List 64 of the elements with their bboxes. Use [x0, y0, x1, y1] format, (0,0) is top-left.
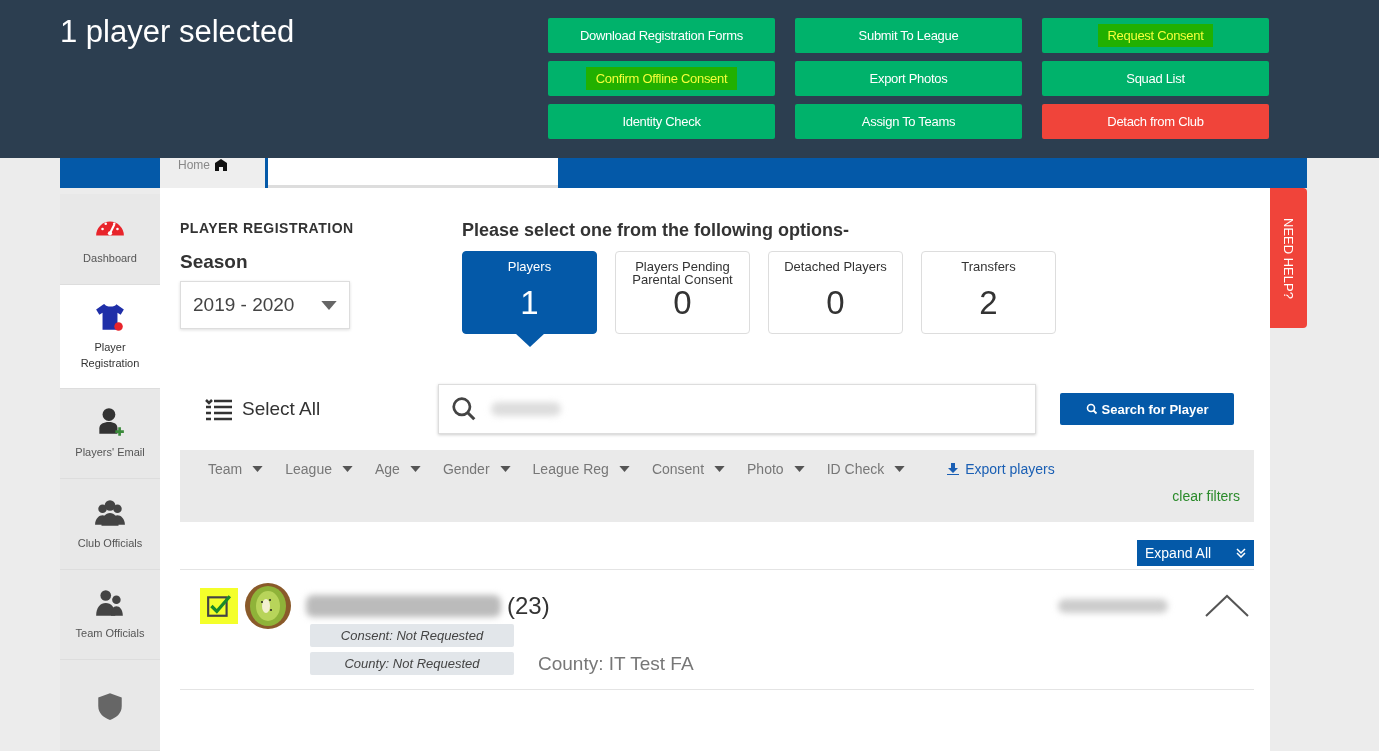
caret-icon — [341, 466, 353, 472]
player-age: (23) — [507, 592, 550, 620]
redacted-text — [491, 402, 561, 416]
action-button[interactable]: Squad List — [1042, 61, 1269, 96]
season-label: Season — [180, 251, 249, 273]
selection-title: 1 player selected — [60, 14, 296, 51]
action-button[interactable]: Confirm Offline Consent — [548, 61, 775, 96]
season-dropdown[interactable]: 2019 - 2020 — [180, 281, 350, 329]
filter-dropdown[interactable]: Gender — [442, 461, 511, 477]
filter-dropdown[interactable]: League Reg — [532, 461, 630, 477]
search-icon — [1085, 403, 1098, 415]
clear-filters-link[interactable]: clear filters — [1172, 488, 1240, 504]
search-icon — [451, 396, 477, 422]
action-button[interactable]: Request Consent — [1042, 18, 1269, 53]
home-tab[interactable]: Home — [160, 158, 265, 188]
home-icon — [214, 158, 228, 172]
caret-icon — [321, 300, 337, 310]
sidebar-item[interactable]: Team Officials — [60, 569, 160, 661]
action-button[interactable]: Assign To Teams — [795, 104, 1022, 139]
action-button[interactable]: Download Registration Forms — [548, 18, 775, 53]
header-search-field[interactable] — [268, 158, 558, 188]
action-button[interactable]: Identity Check — [548, 104, 775, 139]
need-help-tab[interactable]: NEED HELP? — [1270, 188, 1307, 328]
filter-dropdown[interactable]: ID Check — [826, 461, 906, 477]
option-card[interactable]: Players Pending Parental Consent 0 — [615, 251, 750, 334]
card-pointer — [515, 333, 545, 347]
action-button[interactable]: Submit To League — [795, 18, 1022, 53]
caret-icon — [894, 466, 906, 472]
filter-dropdown[interactable]: Team — [208, 461, 264, 477]
caret-icon — [714, 466, 726, 472]
player-search-field[interactable] — [438, 384, 1036, 434]
caret-icon — [499, 466, 511, 472]
double-chevron-icon — [1236, 548, 1246, 558]
action-button[interactable]: Export Photos — [795, 61, 1022, 96]
options-prompt: Please select one from the following options- — [462, 220, 851, 241]
action-button[interactable]: Detach from Club — [1042, 104, 1269, 139]
status-tag: Consent: Not Requested — [310, 624, 514, 647]
sidebar-item[interactable]: Club Officials — [60, 479, 160, 570]
sidebar-item[interactable]: Players' Email — [60, 388, 160, 480]
download-icon — [947, 463, 960, 475]
filter-dropdown[interactable]: Photo — [747, 461, 805, 477]
filter-dropdown[interactable]: League — [285, 461, 353, 477]
checkmark-icon — [206, 593, 232, 619]
caret-icon — [409, 466, 421, 472]
checkbox[interactable] — [200, 588, 238, 624]
sidebar-item[interactable]: Player Registration — [60, 284, 160, 389]
caret-icon — [252, 466, 264, 472]
caret-icon — [618, 466, 630, 472]
filter-dropdown[interactable]: Consent — [651, 461, 726, 477]
county-text: County: IT Test FA — [538, 652, 694, 675]
caret-icon — [793, 466, 805, 472]
list-icon — [204, 397, 234, 421]
section-title: PLAYER REGISTRATION — [180, 220, 355, 236]
collapse-chevron-icon[interactable] — [1204, 594, 1250, 618]
filter-dropdown[interactable]: Age — [374, 461, 421, 477]
status-tag: County: Not Requested — [310, 652, 514, 675]
expand-all-button[interactable]: Expand All — [1137, 540, 1254, 566]
option-card[interactable]: Transfers 2 — [921, 251, 1056, 334]
sidebar-item[interactable] — [60, 660, 160, 751]
option-card[interactable]: Detached Players 0 — [768, 251, 903, 334]
select-all-button[interactable]: Select All — [180, 397, 438, 421]
sidebar-item[interactable]: Dashboard — [60, 194, 160, 285]
export-link[interactable]: Export players — [947, 461, 1055, 477]
search-button[interactable]: Search for Player — [1060, 393, 1234, 425]
